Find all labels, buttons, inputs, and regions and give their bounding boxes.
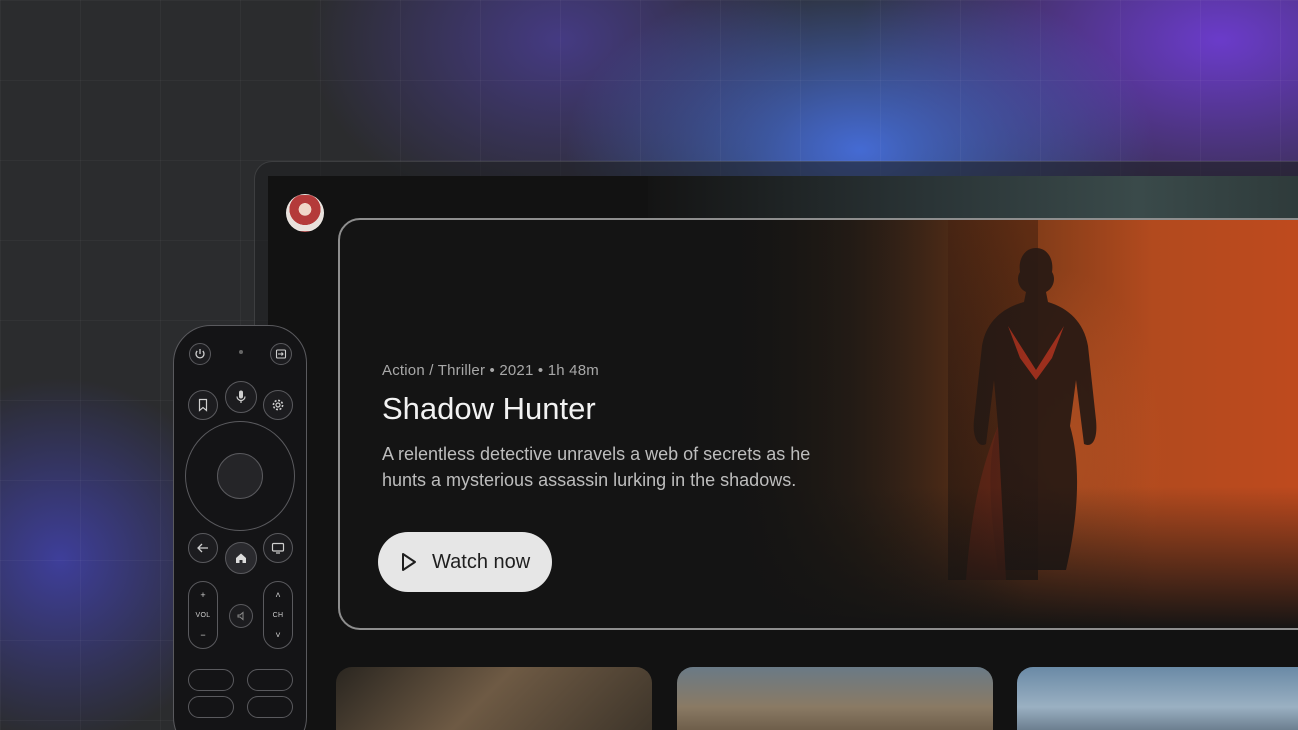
mic-icon xyxy=(236,390,246,403)
watch-now-label: Watch now xyxy=(432,550,531,573)
input-button[interactable] xyxy=(270,343,292,365)
volume-label: VOL xyxy=(195,611,211,619)
mic-button[interactable] xyxy=(225,381,257,413)
channel-up[interactable]: ˄ xyxy=(275,590,280,600)
hero-title: Shadow Hunter xyxy=(382,391,596,426)
volume-down[interactable]: − xyxy=(200,630,205,640)
bookmark-button[interactable] xyxy=(188,390,218,420)
channel-rocker[interactable]: ˄ CH ˅ xyxy=(263,581,293,649)
mute-icon xyxy=(237,611,244,621)
hero-description: A relentless detective unravels a web of… xyxy=(382,444,811,490)
home-button[interactable] xyxy=(225,542,257,574)
channel-label: CH xyxy=(272,611,284,619)
power-icon xyxy=(195,349,205,359)
shortcut-button[interactable] xyxy=(188,696,234,718)
play-icon xyxy=(402,553,416,571)
select-button[interactable] xyxy=(217,453,263,499)
channel-down[interactable]: ˅ xyxy=(275,630,280,640)
bookmark-icon xyxy=(198,398,208,412)
mute-button[interactable] xyxy=(229,604,253,628)
tv-screen: Action / Thriller • 2021 • 1h 48m Shadow… xyxy=(268,176,1298,730)
profile-avatar[interactable] xyxy=(286,194,324,232)
volume-up[interactable]: + xyxy=(200,590,205,600)
shortcut-button[interactable] xyxy=(247,669,293,691)
featured-hero-card[interactable]: Action / Thriller • 2021 • 1h 48m Shadow… xyxy=(338,218,1298,630)
back-button[interactable] xyxy=(188,533,218,563)
home-icon xyxy=(236,553,246,563)
shortcut-button[interactable] xyxy=(247,696,293,718)
indicator-light xyxy=(239,350,243,354)
watch-now-button[interactable]: Watch now xyxy=(378,532,552,592)
input-icon xyxy=(275,349,287,359)
content-thumbnail[interactable] xyxy=(1017,667,1298,730)
tv-button[interactable] xyxy=(263,533,293,563)
shortcut-button[interactable] xyxy=(188,669,234,691)
background-artwork xyxy=(648,176,1298,220)
gear-icon xyxy=(272,399,284,411)
remote-control: + VOL − ˄ CH ˅ xyxy=(173,325,307,730)
power-button[interactable] xyxy=(189,343,211,365)
content-thumbnail[interactable] xyxy=(336,667,652,730)
back-arrow-icon xyxy=(197,543,208,553)
settings-button[interactable] xyxy=(263,390,293,420)
hero-content: Action / Thriller • 2021 • 1h 48m Shadow… xyxy=(382,362,852,493)
hero-meta: Action / Thriller • 2021 • 1h 48m xyxy=(382,362,599,379)
volume-rocker[interactable]: + VOL − xyxy=(188,581,218,649)
directional-pad[interactable] xyxy=(185,421,295,531)
tv-icon xyxy=(271,542,285,554)
content-thumbnail[interactable] xyxy=(677,667,993,730)
